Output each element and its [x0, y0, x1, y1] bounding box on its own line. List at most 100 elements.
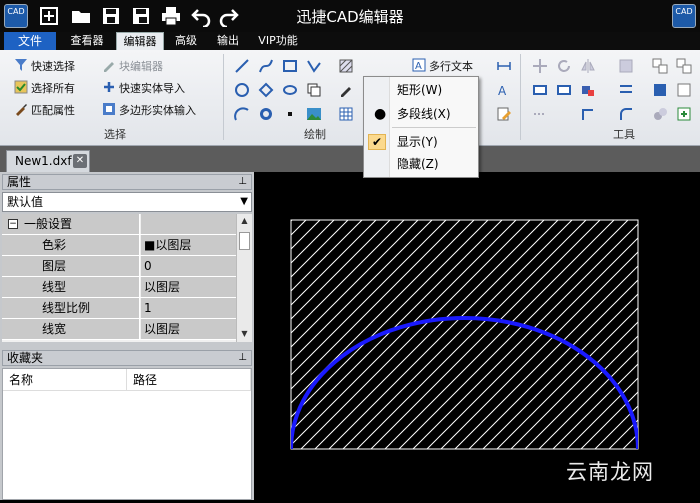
tab-vip[interactable]: VIP功能 — [252, 32, 304, 50]
collapse-icon[interactable]: − — [8, 219, 18, 229]
property-row[interactable]: 线型 以图层 — [2, 277, 236, 298]
ribbon-separator — [223, 54, 224, 140]
menu-item-show[interactable]: ✔ 显示(Y) — [364, 131, 478, 153]
properties-combo[interactable]: 默认值 ▼ — [2, 192, 252, 212]
scroll-thumb[interactable] — [239, 232, 250, 250]
tab-viewer[interactable]: 查看器 — [62, 32, 112, 50]
new-file-icon[interactable] — [38, 5, 60, 27]
column-header-name[interactable]: 名称 — [3, 369, 127, 391]
property-row[interactable]: 色彩 ■以图层 — [2, 235, 236, 256]
document-tab[interactable]: New1.dxf ✕ — [6, 150, 90, 172]
hatch-fill[interactable] — [291, 220, 638, 449]
quick-import-button[interactable]: 快速实体导入 — [102, 80, 185, 98]
mtext-button[interactable]: A 多行文本 — [412, 58, 473, 76]
properties-header: 属性 ⊥ — [2, 174, 252, 190]
purge-icon[interactable] — [676, 106, 692, 122]
pin-icon[interactable]: ⊥ — [238, 351, 247, 365]
draw-group-label: 绘制 — [304, 128, 326, 141]
app-logo-icon[interactable]: CAD — [4, 4, 28, 28]
tab-advanced[interactable]: 高级 — [168, 32, 204, 50]
property-value[interactable]: ■以图层 — [141, 235, 236, 255]
arc-icon[interactable] — [234, 106, 250, 122]
color-picker-icon[interactable] — [580, 82, 596, 98]
property-value[interactable]: 1 — [141, 298, 236, 318]
favorites-list[interactable]: 名称 路径 — [2, 368, 252, 500]
property-row[interactable]: 图层 0 — [2, 256, 236, 277]
menu-item-rectangle[interactable]: 矩形(W) — [364, 79, 478, 101]
polyline-icon[interactable] — [306, 58, 322, 74]
scroll-up-icon[interactable]: ▲ — [237, 214, 252, 228]
property-row[interactable]: 线型比例 1 — [2, 298, 236, 319]
left-panel: 属性 ⊥ 默认值 ▼ − 一般设置 色彩 ■以图层 图层 0 线型 以图层 线型… — [0, 172, 254, 500]
mirror-icon[interactable] — [580, 58, 596, 74]
menu-bar: 文件 查看器 编辑器 高级 输出 VIP功能 — [0, 32, 700, 50]
fillet-icon[interactable] — [618, 106, 634, 122]
attribute-icon[interactable]: A — [496, 82, 512, 98]
drawing-canvas[interactable] — [256, 172, 700, 500]
edit-text-icon[interactable] — [496, 106, 512, 122]
hatch-icon[interactable] — [338, 58, 354, 74]
rotate-icon[interactable] — [556, 58, 572, 74]
circle-icon[interactable] — [234, 82, 250, 98]
group-icon[interactable] — [652, 58, 668, 74]
move-icon[interactable] — [532, 58, 548, 74]
print-icon[interactable] — [160, 5, 182, 27]
explode-icon[interactable] — [652, 82, 668, 98]
save-as-icon[interactable] — [130, 5, 152, 27]
tools-group-label: 工具 — [613, 128, 635, 141]
dimension-icon[interactable] — [496, 58, 512, 74]
save-icon[interactable] — [100, 5, 122, 27]
offset-icon[interactable] — [618, 82, 634, 98]
funnel-icon — [15, 59, 27, 71]
property-value[interactable]: 以图层 — [141, 319, 236, 339]
menu-item-hide[interactable]: 隐藏(Z) — [364, 153, 478, 175]
quick-select-button[interactable]: 快速选择 — [14, 58, 75, 76]
title-bar: CAD 迅捷CAD编辑器 CAD — [0, 0, 700, 32]
stretch-icon[interactable] — [532, 82, 548, 98]
menu-file[interactable]: 文件 — [4, 32, 56, 50]
break-icon[interactable] — [652, 106, 668, 122]
open-folder-icon[interactable] — [70, 5, 92, 27]
table-icon[interactable] — [338, 106, 354, 122]
menu-item-polyline[interactable]: ● 多段线(X) — [364, 103, 478, 125]
pin-icon[interactable]: ⊥ — [238, 175, 247, 189]
rectangle-icon[interactable] — [282, 58, 298, 74]
property-value[interactable]: 以图层 — [141, 277, 236, 297]
column-header-path[interactable]: 路径 — [127, 369, 251, 391]
close-icon[interactable]: ✕ — [73, 154, 87, 168]
select-all-button[interactable]: 选择所有 — [14, 80, 75, 98]
drawing-svg — [290, 219, 639, 450]
spline-icon[interactable] — [258, 58, 274, 74]
rectangle-dropdown-menu: 矩形(W) ● 多段线(X) ✔ 显示(Y) 隐藏(Z) — [363, 76, 479, 178]
tab-editor[interactable]: 编辑器 — [116, 32, 164, 50]
block-editor-button[interactable]: 块编辑器 — [102, 58, 163, 76]
pen-icon[interactable] — [338, 82, 354, 98]
line-icon[interactable] — [234, 58, 250, 74]
svg-text:A: A — [498, 84, 507, 98]
polygon-input-button[interactable]: 多边形实体输入 — [102, 102, 196, 120]
extend-icon[interactable] — [580, 106, 596, 122]
ellipse-icon[interactable] — [282, 82, 298, 98]
brush-icon — [16, 104, 27, 116]
section-name: − 一般设置 — [2, 214, 140, 234]
polygon-icon[interactable] — [258, 82, 274, 98]
donut-icon[interactable] — [258, 106, 274, 122]
tab-output[interactable]: 输出 — [208, 32, 248, 50]
property-value[interactable]: 0 — [141, 256, 236, 276]
trim-icon[interactable] — [532, 106, 548, 122]
point-icon[interactable] — [282, 106, 298, 122]
join-icon[interactable] — [676, 82, 692, 98]
redo-icon[interactable] — [218, 5, 240, 29]
property-scrollbar[interactable]: ▲ ▼ — [236, 214, 252, 342]
scroll-down-icon[interactable]: ▼ — [237, 327, 252, 341]
ungroup-icon[interactable] — [676, 58, 692, 74]
property-section[interactable]: − 一般设置 — [2, 214, 236, 235]
undo-icon[interactable] — [190, 5, 212, 29]
property-row[interactable]: 线宽 以图层 — [2, 319, 236, 340]
image-icon[interactable] — [306, 106, 322, 122]
copy-icon[interactable] — [306, 82, 322, 98]
scale-icon[interactable] — [556, 82, 572, 98]
watermark: 云南龙网 — [566, 460, 654, 484]
array-icon[interactable] — [618, 58, 634, 74]
match-props-button[interactable]: 匹配属性 — [14, 102, 75, 120]
